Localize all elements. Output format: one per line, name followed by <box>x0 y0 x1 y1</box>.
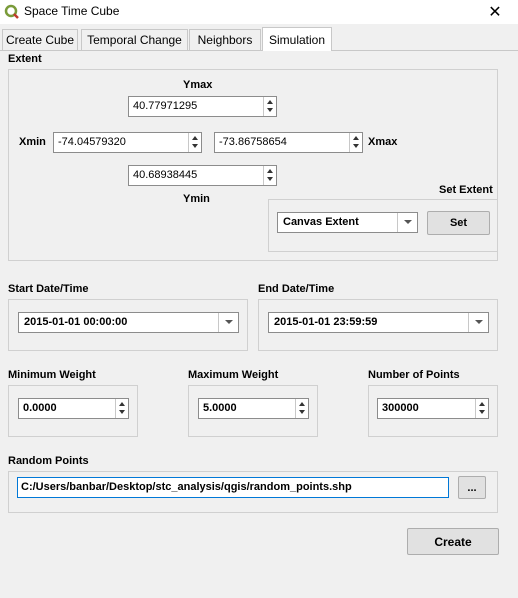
arrow-down-icon[interactable] <box>299 410 305 414</box>
arrow-up-icon[interactable] <box>353 136 359 140</box>
arrow-down-icon[interactable] <box>479 410 485 414</box>
min-weight-spinbox[interactable]: 0.0000 <box>18 398 129 419</box>
arrow-up-icon[interactable] <box>267 169 273 173</box>
start-date-label: Start Date/Time <box>8 283 89 295</box>
num-points-stepper[interactable] <box>475 399 488 418</box>
end-datetime-value: 2015-01-01 23:59:59 <box>274 316 378 328</box>
ymax-label: Ymax <box>183 79 213 91</box>
min-weight-label: Minimum Weight <box>8 369 96 381</box>
end-date-label: End Date/Time <box>258 283 335 295</box>
tab-label: Simulation <box>268 32 326 47</box>
start-datetime-value: 2015-01-01 00:00:00 <box>24 316 128 328</box>
tab-label: Neighbors <box>197 33 253 47</box>
arrow-down-icon[interactable] <box>192 144 198 148</box>
extent-source-value: Canvas Extent <box>283 216 359 228</box>
close-button[interactable]: ✕ <box>472 0 518 24</box>
tab-neighbors[interactable]: Neighbors <box>189 29 261 50</box>
xmin-label: Xmin <box>19 136 46 148</box>
xmin-value: -74.04579320 <box>58 136 126 148</box>
ymin-spinbox[interactable]: 40.68938445 <box>128 165 277 186</box>
random-points-path: C:/Users/banbar/Desktop/stc_analysis/qgi… <box>21 481 352 493</box>
ymin-label: Ymin <box>183 193 210 205</box>
window-title: Space Time Cube <box>24 4 120 18</box>
arrow-up-icon[interactable] <box>267 100 273 104</box>
max-weight-spinbox[interactable]: 5.0000 <box>198 398 309 419</box>
xmin-stepper[interactable] <box>188 133 201 152</box>
set-extent-label: Set Extent <box>439 184 493 196</box>
create-button-label: Create <box>434 534 472 549</box>
arrow-down-icon[interactable] <box>119 410 125 414</box>
start-datetime-edit[interactable]: 2015-01-01 00:00:00 <box>18 312 239 333</box>
extent-source-combo[interactable]: Canvas Extent <box>277 212 418 233</box>
browse-button[interactable]: ... <box>458 476 486 499</box>
num-points-spinbox[interactable]: 300000 <box>377 398 489 419</box>
xmax-label: Xmax <box>368 136 398 148</box>
random-points-label: Random Points <box>8 455 89 467</box>
ymax-value: 40.77971295 <box>133 100 198 112</box>
min-weight-value: 0.0000 <box>23 402 57 414</box>
num-points-value: 300000 <box>382 402 419 414</box>
tab-temporal-change[interactable]: Temporal Change <box>81 29 188 50</box>
end-datetime-edit[interactable]: 2015-01-01 23:59:59 <box>268 312 489 333</box>
chevron-down-icon[interactable] <box>468 313 488 332</box>
tab-create-cube[interactable]: Create Cube <box>2 29 78 50</box>
chevron-down-icon[interactable] <box>218 313 238 332</box>
tab-label: Temporal Change <box>87 33 182 47</box>
extent-label: Extent <box>8 53 42 65</box>
max-weight-stepper[interactable] <box>295 399 308 418</box>
xmax-stepper[interactable] <box>349 133 362 152</box>
ymax-stepper[interactable] <box>263 97 276 116</box>
xmax-spinbox[interactable]: -73.86758654 <box>214 132 363 153</box>
close-icon: ✕ <box>488 4 502 21</box>
arrow-down-icon[interactable] <box>267 108 273 112</box>
arrow-down-icon[interactable] <box>267 177 273 181</box>
arrow-up-icon[interactable] <box>479 402 485 406</box>
max-weight-label: Maximum Weight <box>188 369 279 381</box>
title-bar: Space Time Cube ✕ <box>0 0 518 24</box>
ymin-value: 40.68938445 <box>133 169 198 181</box>
xmin-spinbox[interactable]: -74.04579320 <box>53 132 202 153</box>
ymax-spinbox[interactable]: 40.77971295 <box>128 96 277 117</box>
num-points-label: Number of Points <box>368 369 460 381</box>
tab-label: Create Cube <box>5 33 75 47</box>
qgis-icon <box>4 4 19 19</box>
min-weight-stepper[interactable] <box>115 399 128 418</box>
set-button-label: Set <box>449 217 468 229</box>
arrow-up-icon[interactable] <box>299 402 305 406</box>
create-button[interactable]: Create <box>407 528 499 555</box>
tab-simulation[interactable]: Simulation <box>262 27 332 51</box>
random-points-path-field[interactable]: C:/Users/banbar/Desktop/stc_analysis/qgi… <box>17 477 449 498</box>
ymin-stepper[interactable] <box>263 166 276 185</box>
arrow-up-icon[interactable] <box>192 136 198 140</box>
browse-button-label: ... <box>467 481 477 494</box>
arrow-down-icon[interactable] <box>353 144 359 148</box>
max-weight-value: 5.0000 <box>203 402 237 414</box>
arrow-up-icon[interactable] <box>119 402 125 406</box>
xmax-value: -73.86758654 <box>219 136 287 148</box>
chevron-down-icon[interactable] <box>397 213 417 232</box>
set-button[interactable]: Set <box>427 211 490 235</box>
